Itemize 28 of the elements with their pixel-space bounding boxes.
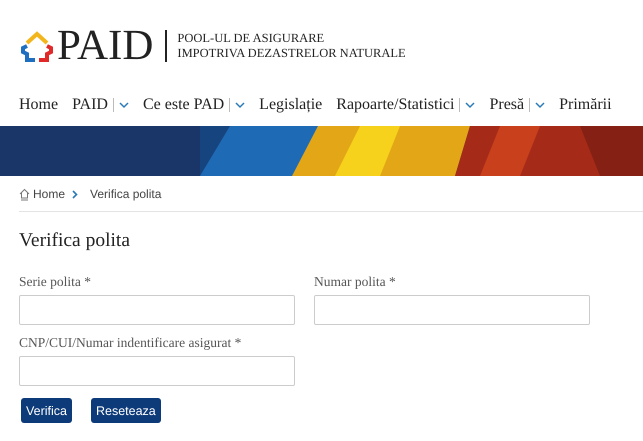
caret-icon[interactable] [465,101,476,109]
input-field[interactable] [19,356,295,386]
caret-icon[interactable] [535,101,546,109]
input-field[interactable] [314,295,590,325]
logo-tagline: IMPOTRIVA DEZASTRELOR NATURALE [177,46,406,61]
nav-link[interactable]: Home [19,96,58,114]
breadcrumb-current: Verifica polita [90,187,162,201]
logo-wordmark: PAID [57,26,154,66]
logo-tagline: POOL-UL DE ASIGURARE [177,31,326,46]
field-label: CNP/CUI/Numar indentificare asigurat * [19,335,242,351]
page-title: Verifica polita [19,229,131,253]
house-logo-icon [19,30,55,62]
home-icon [19,188,30,200]
nav-link[interactable]: Primării [559,96,612,114]
field-label: Serie polita * [19,274,92,290]
nav-link[interactable]: PAID [72,96,108,114]
chevron-icon [71,190,78,198]
nav-link[interactable]: Ce este PAD [142,96,224,114]
nav-link[interactable]: Presă [489,96,524,114]
nav-link[interactable]: Legislație [259,96,322,114]
nav-link[interactable]: Rapoarte/Statistici [336,96,454,114]
caret-icon[interactable] [235,101,246,109]
field-label: Numar polita * [314,274,397,290]
caret-icon[interactable] [118,101,129,109]
input-field[interactable] [19,295,295,325]
reset-button[interactable]: Reseteaza [91,398,161,423]
verify-button[interactable]: Verifica [21,398,72,423]
breadcrumb-link[interactable]: Home [33,187,66,201]
